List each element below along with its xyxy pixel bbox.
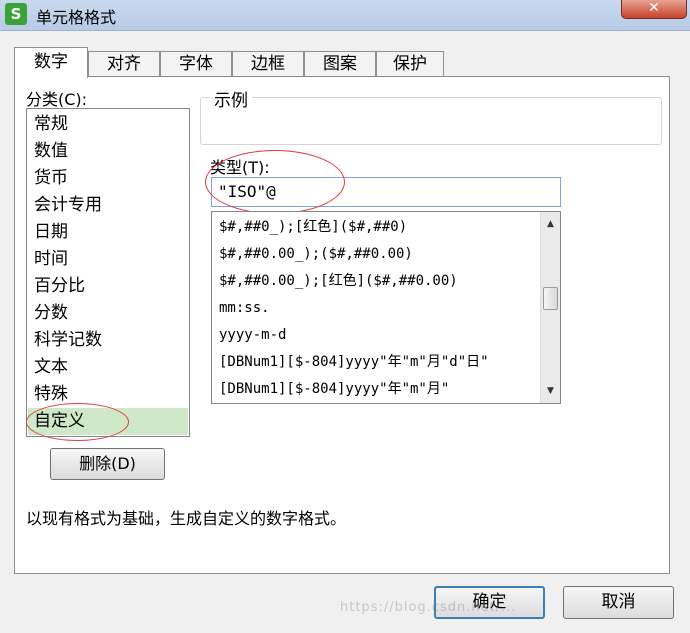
tab-number[interactable]: 数字: [14, 47, 88, 78]
category-item-text[interactable]: 文本: [28, 354, 188, 381]
format-description: 以现有格式为基础，生成自定义的数字格式。: [26, 509, 347, 528]
window-title: 单元格格式: [36, 8, 117, 27]
category-item-currency[interactable]: 货币: [28, 165, 188, 192]
format-item[interactable]: [DBNum1][$-804]yyyy"年"m"月"d"日": [219, 349, 489, 376]
category-item-special[interactable]: 特殊: [28, 381, 188, 408]
cancel-button[interactable]: 取消: [563, 586, 674, 619]
scroll-thumb[interactable]: [543, 287, 558, 310]
category-item-custom[interactable]: 自定义: [28, 408, 188, 435]
delete-button[interactable]: 删除(D): [50, 448, 165, 480]
tab-border[interactable]: 边框: [232, 51, 304, 77]
category-item-accounting[interactable]: 会计专用: [28, 192, 188, 219]
category-item-general[interactable]: 常规: [28, 111, 188, 138]
format-item[interactable]: mm:ss.: [219, 295, 270, 322]
category-item-percentage[interactable]: 百分比: [28, 273, 188, 300]
tab-pattern[interactable]: 图案: [304, 51, 376, 77]
title-bar: S 单元格格式 ✕: [0, 0, 690, 31]
format-item[interactable]: [DBNum1][$-804]yyyy"年"m"月": [219, 376, 449, 403]
category-item-fraction[interactable]: 分数: [28, 300, 188, 327]
scroll-up-arrow-icon[interactable]: ▲: [541, 215, 560, 233]
sample-box: [200, 97, 662, 145]
category-item-scientific[interactable]: 科学记数: [28, 327, 188, 354]
category-item-time[interactable]: 时间: [28, 246, 188, 273]
type-input[interactable]: "ISO"@: [211, 177, 561, 207]
scroll-down-arrow-icon[interactable]: ▼: [541, 382, 560, 400]
category-item-number[interactable]: 数值: [28, 138, 188, 165]
format-item[interactable]: $#,##0.00_);[红色]($#,##0.00): [219, 268, 458, 295]
close-button[interactable]: ✕: [621, 0, 687, 19]
tab-protection[interactable]: 保护: [376, 51, 444, 77]
format-list-scrollbar[interactable]: ▲ ▼: [540, 212, 560, 403]
watermark: https://blog.csdn.net/...: [340, 600, 517, 615]
tab-font[interactable]: 字体: [160, 51, 232, 77]
format-code-list[interactable]: $#,##0_);[红色]($#,##0) $#,##0.00_);($#,##…: [211, 211, 561, 404]
category-label: 分类(C):: [26, 90, 88, 109]
sample-label: 示例: [210, 86, 252, 111]
category-list[interactable]: 常规 数值 货币 会计专用 日期 时间 百分比 分数 科学记数 文本 特殊 自定…: [26, 108, 190, 437]
category-item-date[interactable]: 日期: [28, 219, 188, 246]
format-item[interactable]: $#,##0.00_);($#,##0.00): [219, 241, 413, 268]
app-logo-icon: S: [5, 3, 27, 25]
tab-alignment[interactable]: 对齐: [88, 51, 160, 77]
format-item[interactable]: yyyy-m-d: [219, 322, 286, 349]
format-item[interactable]: $#,##0_);[红色]($#,##0): [219, 214, 407, 241]
type-label: 类型(T):: [210, 158, 270, 177]
